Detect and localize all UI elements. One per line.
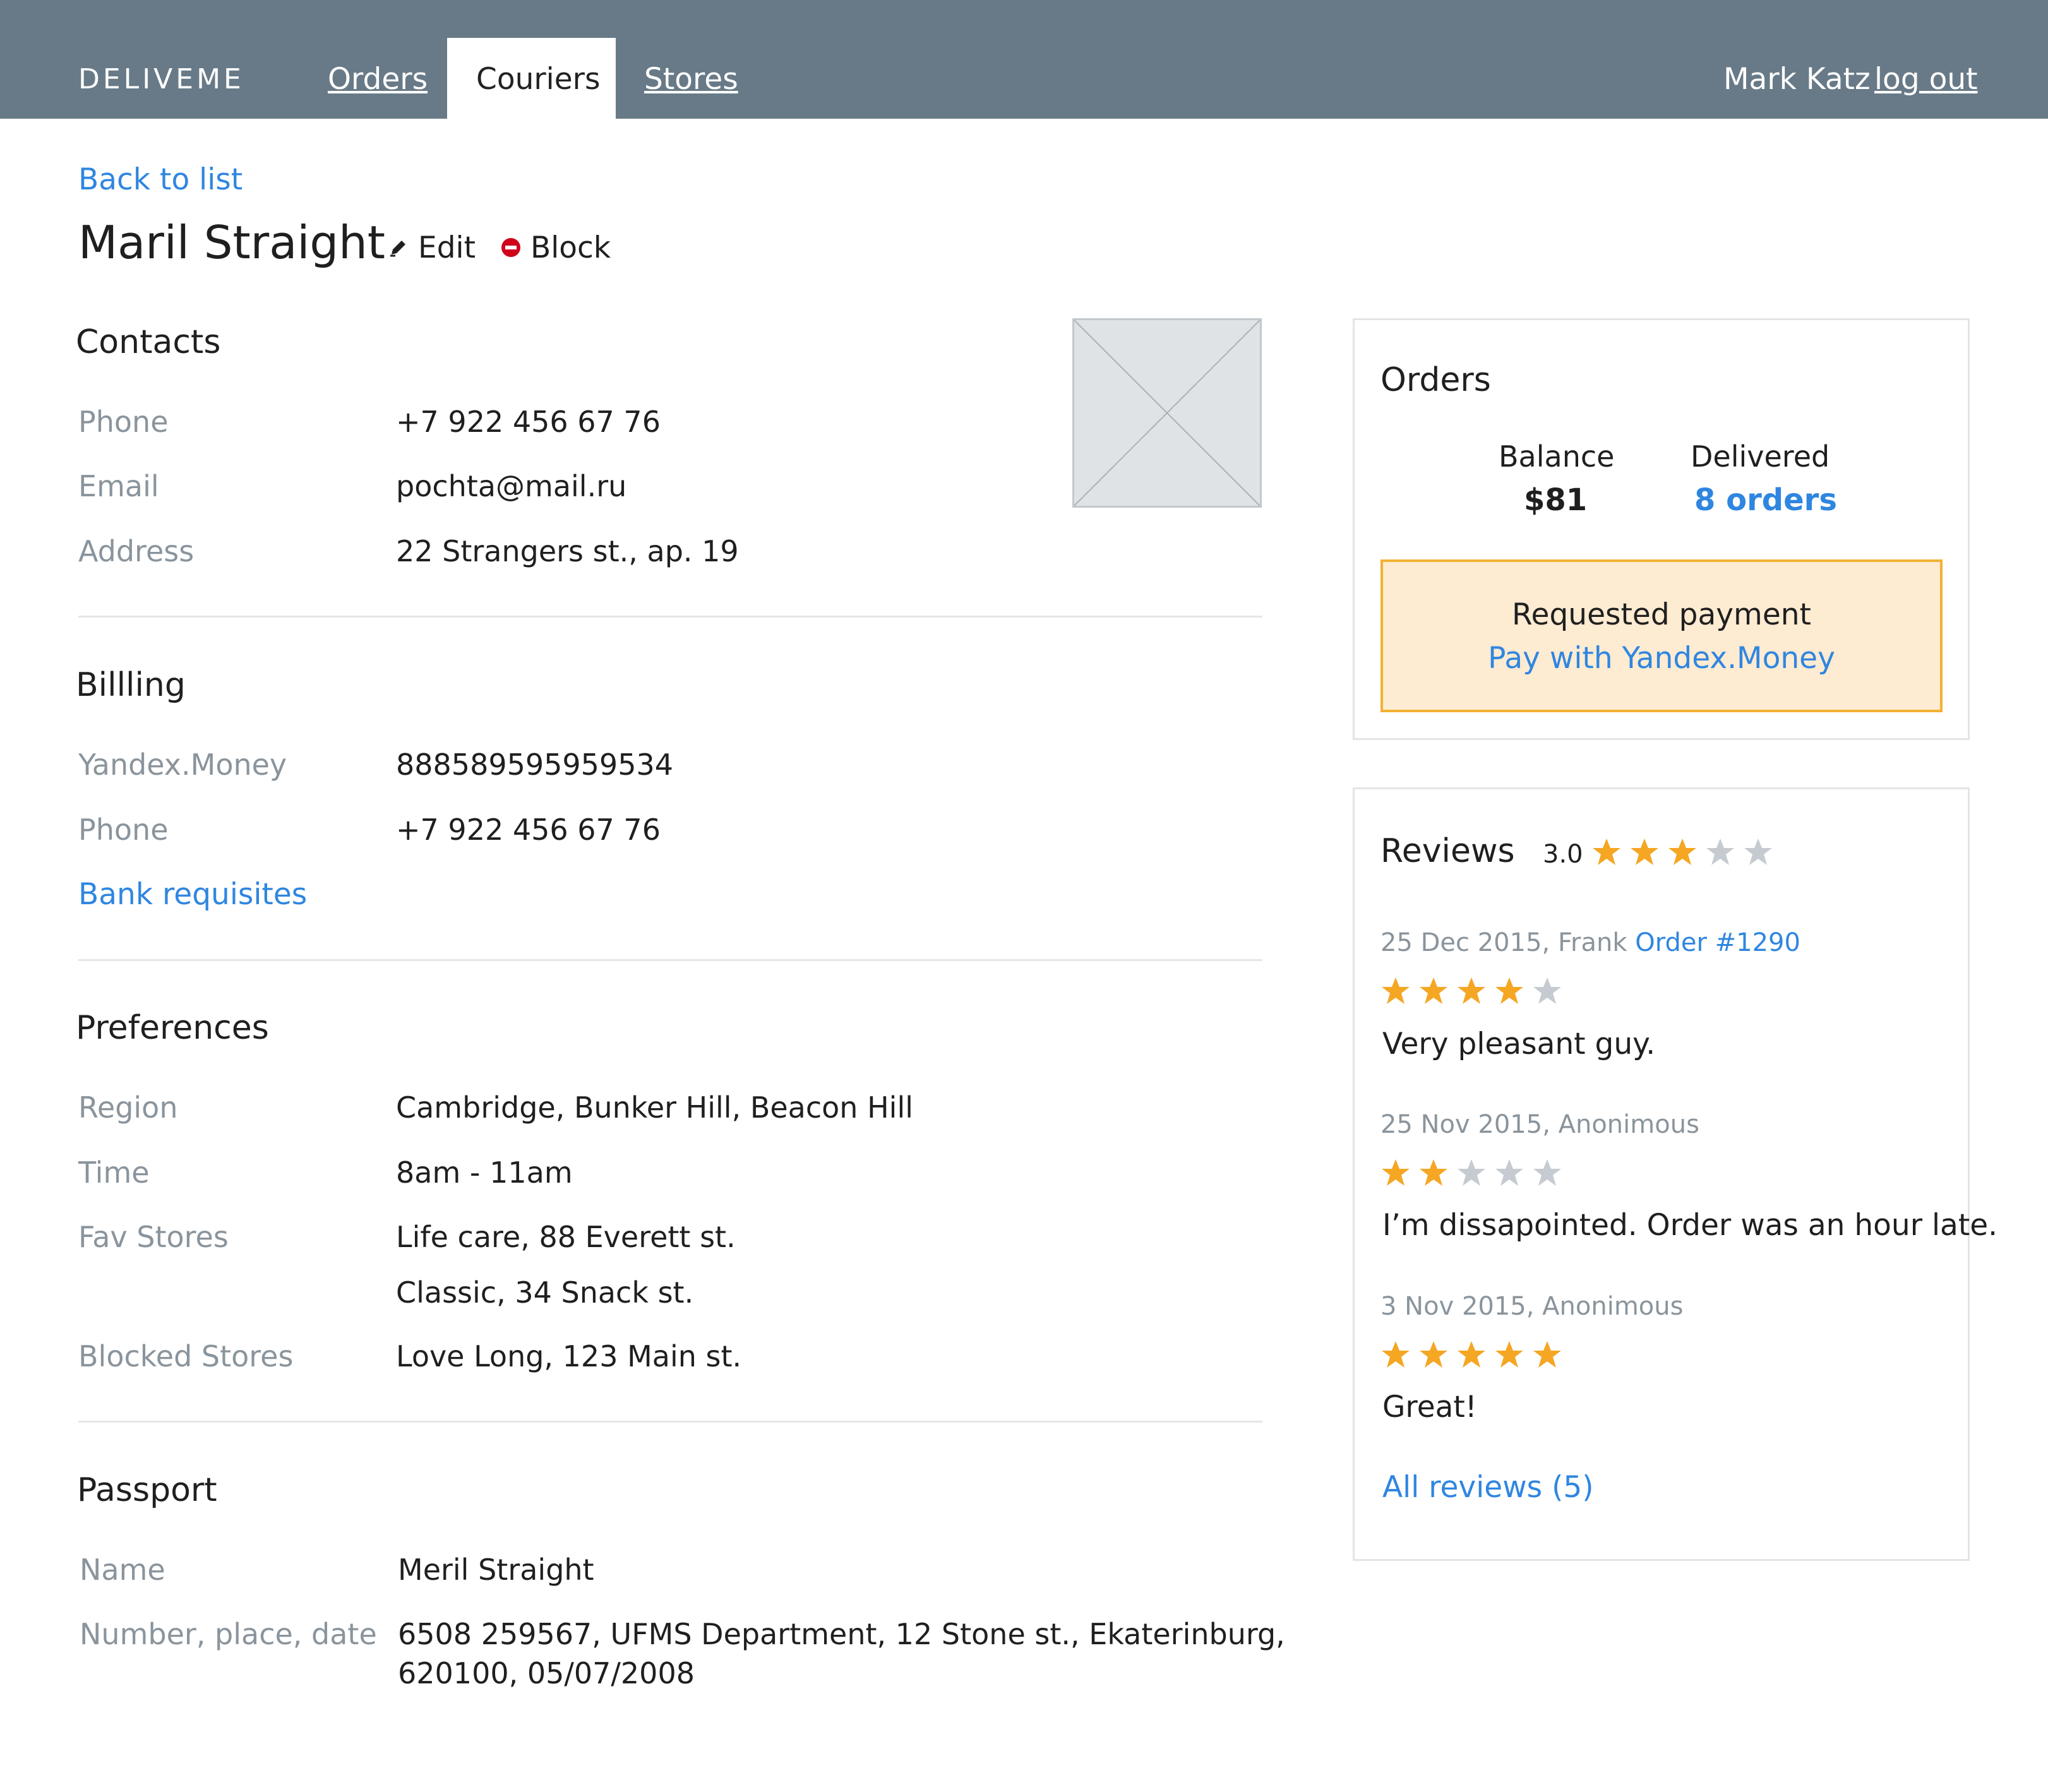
billing-phone-label: Phone	[78, 813, 169, 847]
review-rating-stars	[1380, 1340, 1570, 1369]
review-item: 25 Dec 2015, Frank Order #1290	[1380, 928, 1800, 957]
nav-tab-couriers-label: Couriers	[476, 62, 601, 97]
top-navigation-bar: DELIVEME Orders Couriers Stores Mark Kat…	[0, 0, 2048, 119]
star-filled-icon	[1420, 977, 1447, 1004]
app-logo[interactable]: DELIVEME	[78, 63, 244, 95]
nav-tab-orders[interactable]: Orders	[328, 62, 428, 97]
review-meta: 25 Nov 2015, Anonimous	[1380, 1110, 1699, 1139]
star-filled-icon	[1458, 1341, 1485, 1368]
star-empty-icon	[1533, 1159, 1561, 1186]
billing-yandex-label: Yandex.Money	[78, 748, 287, 782]
section-divider	[78, 616, 1262, 618]
edit-button-label: Edit	[418, 230, 476, 265]
star-empty-icon	[1495, 1159, 1523, 1186]
star-filled-icon	[1668, 839, 1696, 865]
all-reviews-link[interactable]: All reviews (5)	[1382, 1470, 1594, 1505]
preferences-time-label: Time	[78, 1156, 150, 1190]
pencil-icon	[390, 241, 405, 257]
edit-button[interactable]: Edit	[388, 229, 476, 266]
star-empty-icon	[1706, 839, 1734, 865]
contacts-phone-label: Phone	[78, 405, 169, 439]
review-meta: 3 Nov 2015, Anonimous	[1380, 1292, 1684, 1321]
pay-with-yandex-link[interactable]: Pay with Yandex.Money	[1488, 641, 1835, 676]
passport-number-line-1: 6508 259567, UFMS Department, 12 Stone s…	[398, 1617, 1285, 1651]
contacts-email-value: pochta@mail.ru	[396, 469, 627, 503]
review-meta: 25 Dec 2015, Frank	[1380, 928, 1627, 957]
preferences-region-value: Cambridge, Bunker Hill, Beacon Hill	[396, 1090, 914, 1125]
balance-label: Balance	[1499, 439, 1615, 474]
orders-panel-title: Orders	[1380, 361, 1491, 399]
payment-request-text: Requested payment	[1512, 597, 1811, 632]
star-empty-icon	[1458, 1159, 1485, 1186]
review-text: Great!	[1382, 1390, 1477, 1425]
delivered-orders-link[interactable]: 8 orders	[1694, 482, 1837, 518]
courier-photo-placeholder[interactable]	[1072, 318, 1262, 508]
fav-store-item: Classic, 34 Snack st.	[396, 1275, 694, 1310]
passport-name-label: Name	[80, 1553, 165, 1587]
passport-number-line-2: 620100, 05/07/2008	[398, 1656, 695, 1690]
fav-store-item: Life care, 88 Everett st.	[396, 1220, 736, 1254]
contacts-section-title: Contacts	[76, 323, 221, 361]
star-filled-icon	[1593, 839, 1620, 865]
billing-yandex-value: 888589595959534	[396, 748, 673, 782]
bank-requisites-link[interactable]: Bank requisites	[78, 877, 307, 912]
page-title: Maril Straight	[78, 216, 385, 269]
review-order-link[interactable]: Order #1290	[1635, 928, 1800, 957]
preferences-section-title: Preferences	[76, 1009, 269, 1047]
section-divider	[78, 959, 1262, 961]
image-placeholder-icon	[1074, 320, 1261, 506]
payment-request-box: Requested payment Pay with Yandex.Money	[1380, 559, 1943, 712]
contacts-address-label: Address	[78, 534, 195, 568]
nav-tab-stores[interactable]: Stores	[644, 62, 738, 97]
passport-section-title: Passport	[77, 1471, 217, 1509]
average-rating-stars	[1591, 837, 1781, 866]
section-divider	[78, 1421, 1262, 1423]
review-text: I’m dissapointed. Order was an hour late…	[1382, 1208, 1998, 1243]
preferences-fav-stores-label: Fav Stores	[78, 1220, 229, 1254]
billing-phone-value: +7 922 456 67 76	[396, 813, 661, 847]
star-filled-icon	[1382, 977, 1410, 1004]
delivered-label: Delivered	[1691, 439, 1830, 474]
star-filled-icon	[1495, 1341, 1523, 1368]
review-rating-stars	[1380, 1158, 1570, 1187]
block-button-label: Block	[530, 230, 611, 265]
passport-number-label: Number, place, date	[80, 1617, 377, 1651]
review-rating-stars	[1380, 976, 1570, 1005]
star-empty-icon	[1533, 977, 1561, 1004]
star-filled-icon	[1420, 1341, 1447, 1368]
preferences-blocked-stores-label: Blocked Stores	[78, 1339, 294, 1373]
back-to-list-link[interactable]: Back to list	[78, 162, 243, 197]
preferences-region-label: Region	[78, 1090, 178, 1125]
logout-link[interactable]: log out	[1874, 62, 1978, 97]
star-filled-icon	[1458, 977, 1485, 1004]
blocked-store-item: Love Long, 123 Main st.	[396, 1339, 742, 1373]
passport-name-value: Meril Straight	[398, 1553, 594, 1587]
contacts-phone-value: +7 922 456 67 76	[396, 405, 661, 439]
block-icon	[501, 238, 520, 257]
star-filled-icon	[1420, 1159, 1447, 1186]
review-text: Very pleasant guy.	[1382, 1027, 1656, 1061]
reviews-panel-title: Reviews	[1380, 832, 1515, 870]
nav-tab-couriers[interactable]: Couriers	[447, 38, 616, 119]
star-filled-icon	[1382, 1341, 1410, 1368]
current-user-name: Mark Katz	[1723, 62, 1871, 97]
star-filled-icon	[1631, 839, 1658, 865]
balance-value: $81	[1524, 482, 1588, 518]
contacts-address-value: 22 Strangers st., ap. 19	[396, 534, 739, 568]
star-empty-icon	[1744, 839, 1772, 865]
star-filled-icon	[1495, 977, 1523, 1004]
preferences-time-value: 8am - 11am	[396, 1156, 573, 1190]
block-button[interactable]: Block	[500, 229, 611, 266]
billing-section-title: Billling	[76, 666, 186, 704]
reviews-average-value: 3.0	[1543, 840, 1583, 869]
star-filled-icon	[1533, 1341, 1561, 1368]
star-filled-icon	[1382, 1159, 1410, 1186]
contacts-email-label: Email	[78, 469, 159, 503]
